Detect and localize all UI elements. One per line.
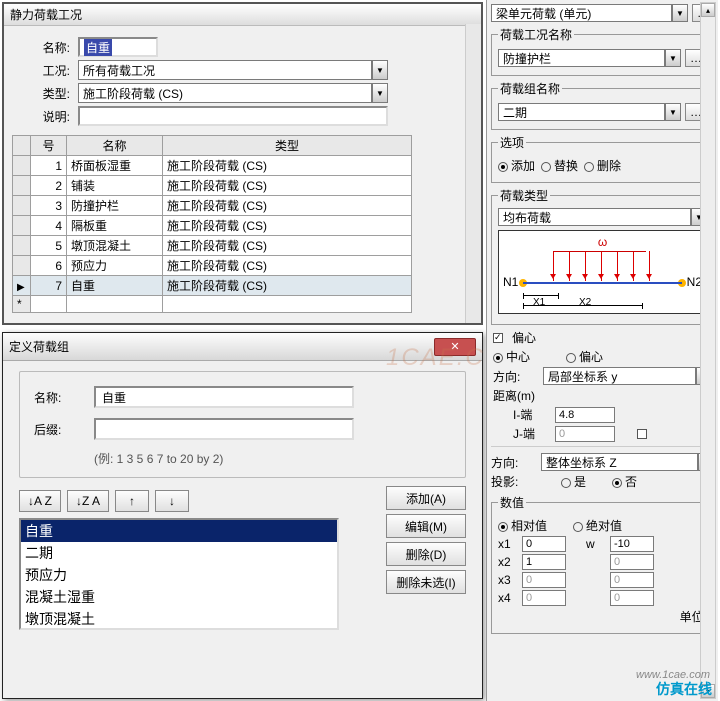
x1-input[interactable]: 0 xyxy=(522,536,566,552)
element-load-combo[interactable]: 梁单元荷载 (单元) xyxy=(491,4,672,22)
type-combo[interactable]: 施工阶段荷载 (CS) xyxy=(78,83,372,103)
beam-element-load-panel: 梁单元荷载 (单元) ▼ … 荷载工况名称 防撞护栏 ▼ … 荷载组名称 二期 … xyxy=(486,0,718,701)
radio-absolute[interactable] xyxy=(573,522,583,532)
load-case-table: 号 名称 类型 1桥面板湿重施工阶段荷载 (CS)2铺装施工阶段荷载 (CS)3… xyxy=(12,135,412,313)
name-input[interactable]: 自重 xyxy=(78,37,158,57)
w3-input[interactable]: 0 xyxy=(610,572,654,588)
radio-center[interactable] xyxy=(493,353,503,363)
load-group-name-group: 荷载组名称 二期 ▼ … xyxy=(491,80,714,130)
load-type-combo[interactable]: 均布荷载 xyxy=(498,208,691,226)
static-load-case-panel: 静力荷载工况 名称: 自重 工况: 所有荷载工况 ▼ 类型: 施工阶段荷载 (C… xyxy=(2,2,483,325)
load-diagram: N1 N2 ω X1 X2 xyxy=(498,230,707,314)
radio-replace[interactable] xyxy=(541,162,551,172)
load-group-combo[interactable]: 二期 xyxy=(498,103,665,121)
table-row[interactable]: 5墩顶混凝土施工阶段荷载 (CS) xyxy=(13,236,412,256)
direction-combo[interactable]: 局部坐标系 y xyxy=(543,367,696,385)
label-type: 类型: xyxy=(10,85,70,102)
eccentric-checkbox[interactable] xyxy=(493,333,503,343)
move-up-button[interactable]: ↑ xyxy=(115,490,149,512)
options-group: 选项 添加 替换 删除 xyxy=(491,134,714,183)
case-combo[interactable]: 所有荷载工况 xyxy=(78,60,372,80)
chevron-down-icon[interactable]: ▼ xyxy=(372,60,388,80)
name-input-text: 自重 xyxy=(84,39,112,56)
col-no[interactable]: 号 xyxy=(31,136,67,156)
radio-proj-yes[interactable] xyxy=(561,478,571,488)
panel1-title: 静力荷载工况 xyxy=(4,4,481,26)
dialog-title: 定义荷载组 xyxy=(9,338,69,355)
radio-eccentric[interactable] xyxy=(566,353,576,363)
load-case-combo[interactable]: 防撞护栏 xyxy=(498,49,665,67)
label-case: 工况: xyxy=(10,62,70,79)
list-item[interactable]: 墩顶混凝土 xyxy=(21,608,337,630)
label-group-name: 名称: xyxy=(34,389,94,406)
chevron-down-icon[interactable]: ▼ xyxy=(372,83,388,103)
delete-button[interactable]: 删除(D) xyxy=(386,542,466,566)
table-row[interactable]: ▶7自重施工阶段荷载 (CS) xyxy=(13,276,412,296)
radio-delete[interactable] xyxy=(584,162,594,172)
table-row[interactable]: 4隔板重施工阶段荷载 (CS) xyxy=(13,216,412,236)
edit-button[interactable]: 编辑(M) xyxy=(386,514,466,538)
radio-relative[interactable] xyxy=(498,522,508,532)
add-button[interactable]: 添加(A) xyxy=(386,486,466,510)
table-row[interactable]: 1桥面板湿重施工阶段荷载 (CS) xyxy=(13,156,412,176)
desc-input[interactable] xyxy=(78,106,388,126)
group-list[interactable]: 自重二期预应力混凝土湿重墩顶混凝土 xyxy=(19,518,339,630)
x3-input[interactable]: 0 xyxy=(522,572,566,588)
w4-input[interactable]: 0 xyxy=(610,590,654,606)
table-row[interactable]: 3防撞护栏施工阶段荷载 (CS) xyxy=(13,196,412,216)
watermark: 仿真在线 xyxy=(656,679,712,699)
table-row[interactable]: 2铺装施工阶段荷载 (CS) xyxy=(13,176,412,196)
define-load-group-dialog: 定义荷载组 ✕ 名称: 自重 后缀: (例: 1 3 5 6 7 to 20 b… xyxy=(2,332,483,699)
jend-checkbox[interactable] xyxy=(637,429,647,439)
chevron-down-icon[interactable]: ▼ xyxy=(665,103,681,121)
radio-add[interactable] xyxy=(498,162,508,172)
suffix-hint: (例: 1 3 5 6 7 to 20 by 2) xyxy=(94,450,451,467)
direction2-combo[interactable]: 整体坐标系 Z xyxy=(541,453,698,471)
chevron-down-icon[interactable]: ▼ xyxy=(665,49,681,67)
move-down-button[interactable]: ↓ xyxy=(155,490,189,512)
watermark-url: www.1cae.com xyxy=(636,669,710,681)
list-item[interactable]: 二期 xyxy=(21,542,337,564)
list-item[interactable]: 混凝土湿重 xyxy=(21,586,337,608)
i-end-input[interactable]: 4.8 xyxy=(555,407,615,423)
load-type-group: 荷载类型 均布荷载 ▼ N1 N2 ω X1 X2 xyxy=(491,187,714,325)
col-type[interactable]: 类型 xyxy=(163,136,412,156)
load-case-name-group: 荷载工况名称 防撞护栏 ▼ … xyxy=(491,26,714,76)
label-suffix: 后缀: xyxy=(34,421,94,438)
values-group: 数值 相对值 绝对值 x10 w-10 x21 0 x30 0 x40 0 单位… xyxy=(491,494,714,634)
chevron-down-icon[interactable]: ▼ xyxy=(672,4,688,22)
suffix-input[interactable] xyxy=(94,418,354,440)
list-item[interactable]: 预应力 xyxy=(21,564,337,586)
list-item[interactable]: 自重 xyxy=(21,520,337,542)
scrollbar[interactable]: ▴ ▾ xyxy=(700,2,716,699)
col-name[interactable]: 名称 xyxy=(67,136,163,156)
x4-input[interactable]: 0 xyxy=(522,590,566,606)
label-name: 名称: xyxy=(10,39,70,56)
radio-proj-no[interactable] xyxy=(612,478,622,488)
w2-input[interactable]: 0 xyxy=(610,554,654,570)
sort-za-button[interactable]: ↓Z A xyxy=(67,490,109,512)
watermark-faded: 1CAE.C xyxy=(386,344,485,372)
group-name-input[interactable]: 自重 xyxy=(94,386,354,408)
w-input[interactable]: -10 xyxy=(610,536,654,552)
table-row[interactable]: 6预应力施工阶段荷载 (CS) xyxy=(13,256,412,276)
sort-az-button[interactable]: ↓A Z xyxy=(19,490,61,512)
j-end-input[interactable]: 0 xyxy=(555,426,615,442)
x2-input[interactable]: 1 xyxy=(522,554,566,570)
scrollbar[interactable] xyxy=(465,24,481,323)
label-desc: 说明: xyxy=(10,108,70,125)
delete-unselected-button[interactable]: 删除未选(I) xyxy=(386,570,466,594)
